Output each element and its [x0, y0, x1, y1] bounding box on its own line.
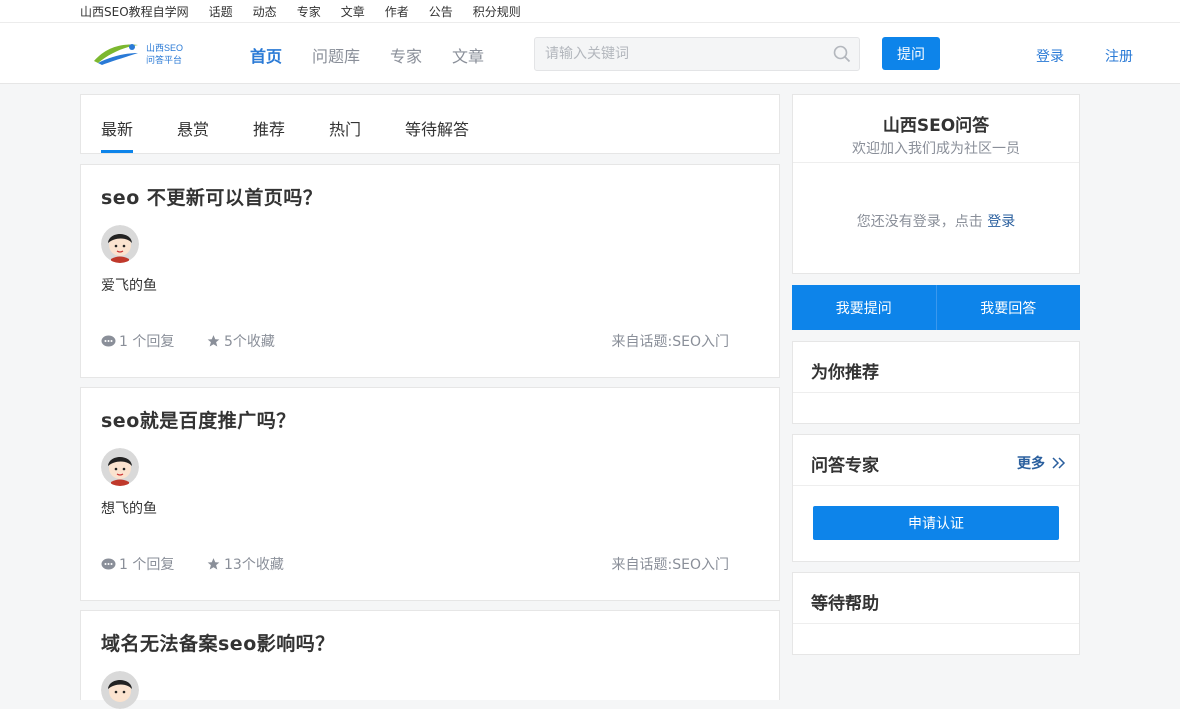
tab-recommended[interactable]: 推荐: [253, 116, 285, 140]
reply-count[interactable]: 1 个回复: [101, 331, 174, 351]
topbar-link-notice[interactable]: 公告: [429, 3, 453, 20]
divider: [793, 485, 1079, 486]
reply-count-label: 1 个回复: [119, 557, 175, 573]
reply-count-label: 1 个回复: [119, 334, 175, 350]
more-experts-link[interactable]: 更多: [1017, 453, 1067, 473]
top-bar: 山西SEO教程自学网 话题 动态 专家 文章 作者 公告 积分规则: [0, 0, 1180, 23]
author-name[interactable]: 想飞的鱼: [101, 498, 157, 518]
author-name[interactable]: 爱飞的鱼: [101, 275, 157, 295]
question-title[interactable]: seo就是百度推广吗？: [101, 406, 296, 433]
recommend-box: 为你推荐: [792, 341, 1080, 424]
topbar-link-activity[interactable]: 动态: [253, 3, 277, 20]
main-nav: 首页 问题库 专家 文章: [250, 43, 484, 67]
reply-count[interactable]: 1 个回复: [101, 554, 174, 574]
topbar-link-experts[interactable]: 专家: [297, 3, 321, 20]
register-link[interactable]: 注册: [1105, 46, 1133, 66]
tab-latest[interactable]: 最新: [101, 116, 134, 153]
topbar-link-articles[interactable]: 文章: [341, 3, 365, 20]
question-card: seo 不更新可以首页吗？ 爱飞的鱼 1 个回复 5个收藏 来自话题:SEO入门: [80, 164, 780, 378]
topbar-link-site[interactable]: 山西SEO教程自学网: [80, 3, 189, 20]
waiting-help-box: 等待帮助: [792, 572, 1080, 655]
nav-home[interactable]: 首页: [250, 43, 282, 67]
svg-text:问答平台: 问答平台: [146, 54, 182, 65]
avatar[interactable]: [101, 225, 139, 263]
action-row: 我要提问 我要回答: [792, 285, 1080, 330]
favorite-count[interactable]: 13个收藏: [206, 554, 284, 574]
double-chevron-right-icon: [1052, 457, 1066, 469]
apply-certification-button[interactable]: 申请认证: [813, 506, 1059, 540]
search-box: [534, 37, 860, 71]
header: 山西SEO 问答平台 首页 问题库 专家 文章 提问 登录 注册: [0, 23, 1180, 84]
question-card: 域名无法备案seo影响吗？: [80, 610, 780, 709]
welcome-title: 山西SEO问答: [882, 116, 990, 136]
topbar-link-points-rules[interactable]: 积分规则: [473, 3, 521, 20]
ask-question-button[interactable]: 提问: [882, 37, 940, 70]
question-card: seo就是百度推广吗？ 想飞的鱼 1 个回复 13个收藏 来自话题:SEO入门: [80, 387, 780, 601]
welcome-subtitle: 欢迎加入我们成为社区一员: [852, 141, 1020, 157]
site-logo[interactable]: 山西SEO 问答平台: [92, 39, 196, 67]
favorite-count-label: 5个收藏: [224, 334, 275, 350]
experts-title: 问答专家: [811, 456, 879, 476]
login-prompt: 您还没有登录，点击 登录: [793, 211, 1079, 231]
comment-icon: [101, 558, 116, 569]
divider: [793, 623, 1079, 624]
star-icon: [207, 558, 220, 570]
avatar[interactable]: [101, 671, 139, 709]
divider: [793, 392, 1079, 393]
tab-hot[interactable]: 热门: [329, 116, 361, 140]
welcome-box: 山西SEO问答 欢迎加入我们成为社区一员 您还没有登录，点击 登录: [792, 94, 1080, 274]
more-label: 更多: [1017, 456, 1045, 472]
experts-box: 问答专家 更多 申请认证: [792, 434, 1080, 562]
login-link[interactable]: 登录: [1036, 46, 1064, 66]
login-prompt-text: 您还没有登录，点击: [856, 214, 983, 230]
comment-icon: [101, 335, 116, 346]
nav-question-bank[interactable]: 问题库: [312, 43, 360, 67]
question-title[interactable]: 域名无法备案seo影响吗？: [101, 629, 335, 656]
topbar-link-authors[interactable]: 作者: [385, 3, 409, 20]
question-tabs: 最新 悬赏 推荐 热门 等待解答: [80, 94, 780, 154]
search-input[interactable]: [535, 38, 825, 68]
search-icon[interactable]: [833, 45, 851, 63]
avatar[interactable]: [101, 448, 139, 486]
favorite-count-label: 13个收藏: [224, 557, 284, 573]
waiting-help-title: 等待帮助: [811, 594, 879, 614]
svg-text:山西SEO: 山西SEO: [146, 43, 183, 53]
nav-articles[interactable]: 文章: [452, 43, 484, 67]
ask-button[interactable]: 我要提问: [792, 285, 936, 330]
nav-experts[interactable]: 专家: [390, 43, 422, 67]
recommend-title: 为你推荐: [811, 363, 879, 383]
divider: [793, 162, 1079, 163]
answer-button[interactable]: 我要回答: [935, 285, 1080, 330]
question-title[interactable]: seo 不更新可以首页吗？: [101, 183, 322, 210]
topic-link[interactable]: 来自话题:SEO入门: [612, 554, 729, 574]
tab-bounty[interactable]: 悬赏: [177, 116, 209, 140]
sidebar-login-link[interactable]: 登录: [987, 214, 1015, 230]
topic-link[interactable]: 来自话题:SEO入门: [612, 331, 729, 351]
tab-unanswered[interactable]: 等待解答: [405, 116, 469, 140]
favorite-count[interactable]: 5个收藏: [206, 331, 275, 351]
topbar-link-topics[interactable]: 话题: [209, 3, 233, 20]
star-icon: [207, 335, 220, 347]
